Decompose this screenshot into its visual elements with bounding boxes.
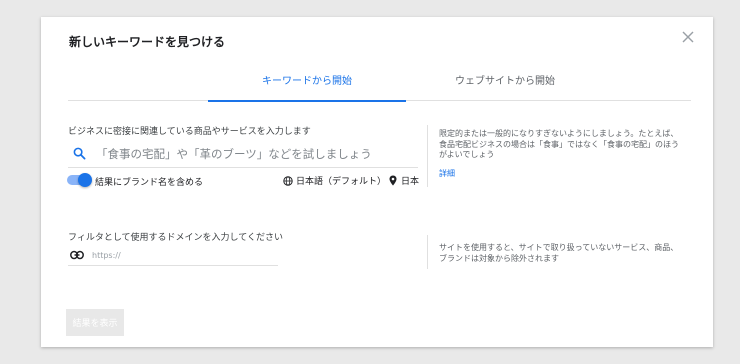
location-selector[interactable]: 日本 (389, 174, 419, 187)
search-placeholder: 「食事の宅配」や「革のブーツ」などを試しましょう (96, 147, 372, 161)
active-tab-indicator (208, 100, 406, 102)
include-brands-toggle[interactable] (67, 173, 92, 187)
language-value: 日本語（デフォルト） (296, 177, 387, 187)
tab-start-with-website[interactable]: ウェブサイトから開始 (406, 75, 604, 99)
vertical-divider (427, 125, 428, 187)
keyword-input-label: ビジネスに密接に関連している商品やサービスを入力します (68, 127, 311, 137)
link-icon (70, 250, 84, 260)
search-icon (73, 147, 86, 160)
location-value: 日本 (401, 177, 420, 187)
globe-icon (283, 175, 293, 186)
tab-start-with-keywords[interactable]: キーワードから開始 (208, 75, 406, 99)
domain-input-label: フィルタとして使用するドメインを入力してください (68, 233, 284, 243)
learn-more-link[interactable]: 詳細 (439, 168, 455, 179)
find-keywords-dialog: 新しいキーワードを見つける キーワードから開始 ウェブサイトから開始 ビジネスに… (41, 17, 713, 347)
tab-label: キーワードから開始 (262, 76, 352, 87)
close-icon[interactable] (681, 30, 695, 44)
show-results-button[interactable]: 結果を表示 (66, 309, 124, 336)
domain-input[interactable] (92, 248, 272, 262)
tab-label: ウェブサイトから開始 (455, 76, 555, 87)
domain-field (68, 246, 278, 266)
tab-bar: キーワードから開始 ウェブサイトから開始 (68, 75, 691, 102)
keyword-help-text: 限定的または一般的になりすぎないようにしましょう。たとえば、食品宅配ビジネスの場… (439, 129, 679, 159)
location-pin-icon (389, 175, 397, 186)
include-brands-label: 結果にブランド名を含める (95, 178, 204, 188)
keyword-search-field[interactable]: 「食事の宅配」や「革のブーツ」などを試しましょう (68, 143, 418, 168)
domain-help-text: サイトを使用すると、サイトで取り扱っていないサービス、商品、ブランドは対象から除… (439, 243, 679, 263)
toggle-knob (78, 173, 92, 187)
dialog-title: 新しいキーワードを見つける (69, 35, 226, 49)
language-selector[interactable]: 日本語（デフォルト） (283, 174, 386, 187)
vertical-divider (427, 235, 428, 269)
